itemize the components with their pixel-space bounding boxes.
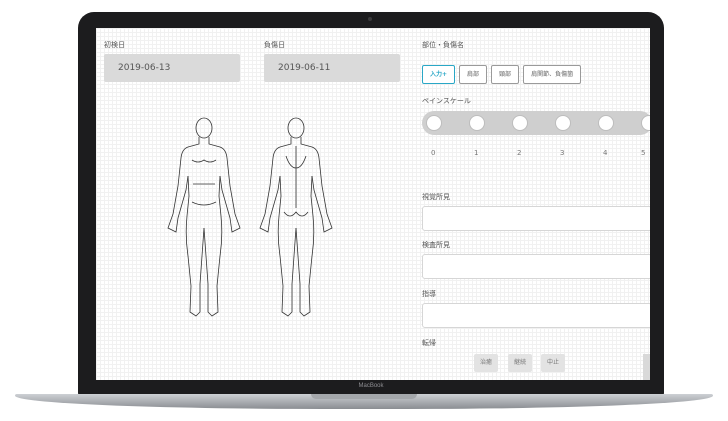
exam-findings-input[interactable] — [422, 254, 650, 279]
pain-scale-option-5[interactable] — [641, 115, 650, 131]
pain-scale-number: 4 — [603, 149, 608, 157]
region-tab-shoulder[interactable]: 肩部 — [459, 65, 488, 84]
region-injury-label: 部位・負傷名 — [422, 41, 464, 49]
region-tab-neck[interactable]: 頸部 — [491, 65, 520, 84]
guidance-input[interactable] — [422, 303, 650, 328]
first-visit-date-field[interactable]: 2019-06-13 — [104, 54, 240, 82]
laptop-brand-label: MacBook — [358, 383, 384, 389]
laptop-lid: 初検日 2019-06-13 負傷日 2019-06-11 部位・負傷名 入力+… — [78, 12, 664, 397]
human-body-front-icon[interactable] — [158, 116, 250, 324]
pain-scale-label: ペインスケール — [422, 97, 471, 105]
pain-scale-number: 1 — [474, 149, 479, 157]
outcome-continue-button[interactable]: 継続 — [508, 354, 533, 372]
region-tabs: 入力+ 肩部 頸部 肩関節、負傷箇 — [422, 65, 582, 84]
exam-findings-label: 検査所見 — [422, 241, 450, 249]
pain-scale-number: 0 — [431, 149, 436, 157]
visual-findings-input[interactable] — [422, 206, 650, 231]
laptop-notch — [311, 394, 417, 399]
app-screen: 初検日 2019-06-13 負傷日 2019-06-11 部位・負傷名 入力+… — [96, 28, 650, 380]
pain-scale-number: 2 — [517, 149, 522, 157]
visual-findings-label: 視覚所見 — [422, 193, 450, 201]
pain-scale-number: 5 — [641, 149, 646, 157]
pain-scale-option-4[interactable] — [598, 115, 614, 131]
injury-date-field[interactable]: 2019-06-11 — [264, 54, 400, 82]
pain-scale-option-0[interactable] — [426, 115, 442, 131]
pain-scale-option-2[interactable] — [512, 115, 528, 131]
region-tab-input[interactable]: 入力+ — [422, 65, 456, 84]
pain-scale-number: 3 — [560, 149, 565, 157]
pain-scale-option-1[interactable] — [469, 115, 485, 131]
human-body-back-icon[interactable] — [250, 116, 342, 324]
pain-scale-option-3[interactable] — [555, 115, 571, 131]
pain-scale-slider[interactable] — [422, 111, 650, 135]
outcome-stop-button[interactable]: 中止 — [541, 354, 566, 372]
guidance-label: 指導 — [422, 290, 436, 298]
outcome-cured-button[interactable]: 治癒 — [474, 354, 499, 372]
region-tab-shoulder-joint[interactable]: 肩関節、負傷箇 — [523, 65, 582, 84]
camera-icon — [368, 17, 372, 21]
first-visit-label: 初検日 — [104, 41, 125, 49]
outcome-label: 転帰 — [422, 339, 436, 347]
scrollbar[interactable] — [643, 354, 650, 380]
injury-date-label: 負傷日 — [264, 41, 285, 49]
